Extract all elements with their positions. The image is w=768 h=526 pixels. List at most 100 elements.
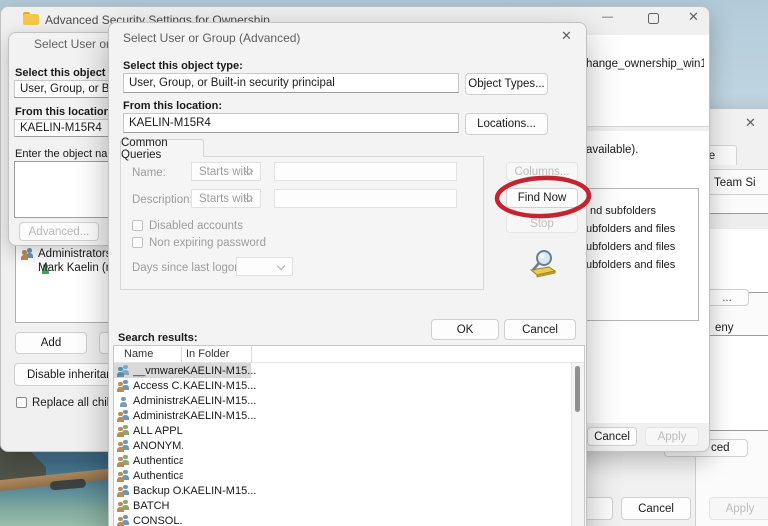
object-type-field[interactable]: User, Group, or Built-i bbox=[14, 80, 116, 98]
location-label: From this location: bbox=[15, 106, 114, 118]
properties-tab-team-site[interactable]: Team Si bbox=[701, 169, 768, 195]
result-row[interactable]: Authentica... bbox=[114, 453, 572, 468]
result-name: ANONYM... bbox=[133, 440, 183, 452]
minimize-icon[interactable]: — bbox=[602, 11, 613, 23]
result-in-folder: KAELIN-M15... bbox=[183, 485, 258, 497]
name-input[interactable] bbox=[274, 162, 457, 181]
days-since-logon-select[interactable] bbox=[236, 257, 293, 276]
users-icon bbox=[117, 380, 130, 392]
column-header-in-folder[interactable]: In Folder bbox=[186, 348, 229, 360]
search-results-label: Search results: bbox=[118, 332, 197, 344]
name-match-select[interactable]: Starts with bbox=[191, 162, 261, 181]
cancel-button[interactable]: Cancel bbox=[504, 319, 576, 340]
scrollbar-thumb[interactable] bbox=[575, 366, 580, 412]
non-expiring-password-checkbox[interactable] bbox=[132, 237, 143, 248]
users-icon bbox=[117, 410, 130, 422]
search-results-rows: __vmware...KAELIN-M15...Access C...KAELI… bbox=[114, 363, 572, 526]
users-icon bbox=[117, 485, 130, 497]
result-name: Administra... bbox=[133, 395, 183, 407]
group-names-listbox[interactable] bbox=[709, 213, 768, 293]
object-types-button[interactable]: Object Types... bbox=[465, 73, 548, 95]
location-field[interactable]: KAELIN-M15R4 bbox=[123, 113, 459, 133]
find-now-button[interactable]: Find Now bbox=[506, 188, 578, 208]
result-in-folder: KAELIN-M15... bbox=[183, 365, 258, 377]
location-field[interactable]: KAELIN-M15R4 bbox=[14, 119, 116, 137]
location-label: From this location: bbox=[123, 100, 222, 112]
result-name: CONSOL... bbox=[133, 515, 183, 526]
result-in-folder: KAELIN-M15... bbox=[183, 410, 258, 422]
result-row[interactable]: Authentica... bbox=[114, 468, 572, 483]
seal-on-pier bbox=[50, 478, 87, 490]
column-header-name[interactable]: Name bbox=[124, 348, 153, 360]
search-results-list[interactable]: Name In Folder __vmware...KAELIN-M15...A… bbox=[113, 345, 585, 526]
locations-button[interactable]: Locations... bbox=[465, 113, 548, 135]
principal-name[interactable]: Administrators bbox=[38, 248, 108, 260]
applies-to-fragment: ubfolders and files bbox=[586, 241, 675, 253]
result-row[interactable]: Access C...KAELIN-M15... bbox=[114, 378, 572, 393]
deny-label-fragment: eny bbox=[715, 322, 734, 334]
permissions-listbox[interactable] bbox=[705, 335, 768, 431]
search-icon bbox=[525, 249, 559, 279]
result-name: Authentica... bbox=[133, 455, 183, 467]
tab-common-queries[interactable]: Common Queries bbox=[120, 139, 204, 157]
result-name: __vmware... bbox=[133, 365, 183, 377]
result-row[interactable]: CONSOL... bbox=[114, 513, 572, 526]
disabled-accounts-checkbox[interactable] bbox=[132, 220, 143, 231]
object-names-field[interactable] bbox=[14, 161, 116, 218]
close-icon[interactable]: ✕ bbox=[688, 11, 699, 23]
applies-to-fragment: nd subfolders bbox=[590, 205, 656, 217]
result-row[interactable]: ALL APPLI... bbox=[114, 423, 572, 438]
desktop: ✕ e Team Si ... eny ced Cancel Apply Adv… bbox=[0, 0, 768, 526]
non-expiring-password-label: Non expiring password bbox=[149, 237, 266, 249]
description-match-select[interactable]: Starts with bbox=[191, 189, 261, 208]
result-row[interactable]: BATCH bbox=[114, 498, 572, 513]
users-icon bbox=[117, 440, 130, 452]
select-user-group-dialog: Select User or Group Select this object … bbox=[8, 32, 122, 246]
column-divider[interactable] bbox=[251, 346, 252, 362]
result-row[interactable]: ANONYM... bbox=[114, 438, 572, 453]
maximize-icon[interactable] bbox=[648, 13, 659, 24]
item-name-fragment: hange_ownership_win11 bbox=[586, 58, 704, 70]
stop-button[interactable]: Stop bbox=[506, 214, 578, 233]
hint-text-fragment: available). bbox=[586, 144, 638, 156]
result-name: Administra... bbox=[133, 410, 183, 422]
users-icon bbox=[21, 248, 34, 260]
cancel-button[interactable]: Cancel bbox=[587, 427, 637, 446]
object-type-field[interactable]: User, Group, or Built-in security princi… bbox=[123, 73, 459, 93]
description-label: Description: bbox=[132, 194, 193, 206]
folder-icon bbox=[23, 12, 39, 25]
dialog-title: Select User or Group (Advanced) bbox=[123, 31, 300, 45]
add-button[interactable]: Add bbox=[15, 332, 87, 354]
advanced-button-label: ced bbox=[711, 442, 730, 454]
result-row[interactable]: __vmware...KAELIN-M15... bbox=[114, 363, 572, 378]
results-header[interactable]: Name In Folder bbox=[114, 346, 584, 363]
select-user-group-advanced-dialog: Select User or Group (Advanced) ✕ Select… bbox=[108, 22, 587, 526]
column-divider[interactable] bbox=[181, 346, 182, 362]
replace-child-checkbox[interactable] bbox=[16, 397, 27, 408]
description-input[interactable] bbox=[274, 189, 457, 208]
results-scrollbar[interactable] bbox=[571, 363, 584, 526]
principal-name[interactable]: Mark Kaelin (ma bbox=[38, 262, 108, 274]
days-since-logon-label: Days since last logon: bbox=[132, 262, 244, 274]
apply-button[interactable]: Apply bbox=[645, 427, 699, 446]
result-row[interactable]: Backup O...KAELIN-M15... bbox=[114, 483, 572, 498]
close-icon[interactable]: ✕ bbox=[561, 30, 572, 42]
edit-button-fragment[interactable]: ... bbox=[705, 289, 749, 306]
result-row[interactable]: Administra...KAELIN-M15... bbox=[114, 408, 572, 423]
object-names-label: Enter the object name bbox=[15, 148, 122, 160]
result-name: BATCH bbox=[133, 500, 183, 512]
result-row[interactable]: Administra...KAELIN-M15... bbox=[114, 393, 572, 408]
columns-button[interactable]: Columns... bbox=[506, 162, 578, 181]
cancel-button[interactable]: Cancel bbox=[621, 497, 691, 520]
advanced-button[interactable]: Advanced... bbox=[19, 222, 99, 241]
users-icon bbox=[117, 470, 130, 482]
result-name: Access C... bbox=[133, 380, 183, 392]
result-name: Authentica... bbox=[133, 470, 183, 482]
close-icon[interactable]: ✕ bbox=[745, 117, 756, 129]
apply-button[interactable]: Apply bbox=[709, 497, 768, 520]
object-type-label: Select this object type: bbox=[123, 60, 243, 72]
disabled-accounts-label: Disabled accounts bbox=[149, 220, 243, 232]
ok-button[interactable]: OK bbox=[431, 319, 499, 340]
applies-to-fragment: ubfolders and files bbox=[586, 223, 675, 235]
users-icon bbox=[117, 425, 130, 437]
